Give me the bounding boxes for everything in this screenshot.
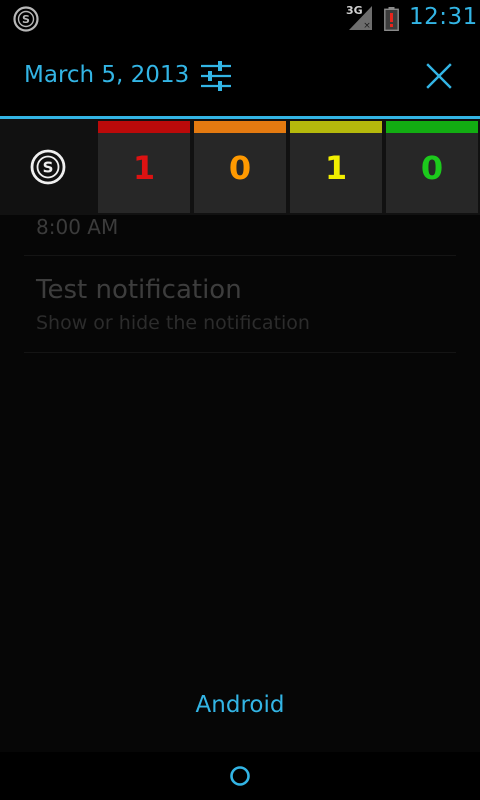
list-divider (24, 352, 456, 353)
tile-value: 0 (420, 149, 444, 187)
navigation-bar (0, 752, 480, 800)
svg-text:S: S (22, 13, 30, 26)
test-notification-summary: Show or hide the notification (36, 312, 310, 334)
signal-indicator: 3G × (346, 4, 374, 31)
tile-color-band (194, 121, 286, 133)
battery-alert-icon (384, 7, 399, 31)
tile-color-band (290, 121, 382, 133)
signal-no-data-icon: × (349, 6, 372, 31)
stepcounter-s-icon: S (13, 6, 39, 32)
svg-text:S: S (43, 159, 54, 177)
reminder-time-value: 8:00 AM (36, 215, 119, 239)
counter-tile-green[interactable]: 0 (386, 121, 478, 213)
test-notification-title: Test notification (36, 275, 242, 305)
close-icon[interactable] (421, 58, 457, 94)
tile-value: 0 (228, 149, 252, 187)
list-divider (24, 255, 456, 256)
carrier-label: Android (195, 692, 285, 718)
sliders-settings-icon[interactable] (198, 58, 234, 94)
tile-value: 1 (324, 149, 348, 187)
svg-text:×: × (363, 21, 371, 31)
background-settings-list: 8:00 AM Test notification Show or hide t… (0, 215, 480, 695)
status-clock: 12:31 (409, 4, 478, 30)
counter-notification[interactable]: S 1 0 1 0 (0, 119, 480, 215)
shade-header: March 5, 2013 (0, 38, 480, 116)
notification-shade-screen: S 3G × 12:31 March 5, 2013 S 1 0 1 0 8:0… (0, 0, 480, 800)
tile-value: 1 (132, 149, 156, 187)
stepcounter-s-icon: S (30, 149, 66, 185)
counter-tile-red[interactable]: 1 (98, 121, 190, 213)
status-bar: S 3G × 12:31 (0, 0, 480, 38)
tile-color-band (386, 121, 478, 133)
home-circle-icon[interactable] (228, 764, 252, 788)
counter-tile-orange[interactable]: 0 (194, 121, 286, 213)
tile-color-band (98, 121, 190, 133)
date-label[interactable]: March 5, 2013 (24, 62, 189, 88)
counter-tile-yellow[interactable]: 1 (290, 121, 382, 213)
